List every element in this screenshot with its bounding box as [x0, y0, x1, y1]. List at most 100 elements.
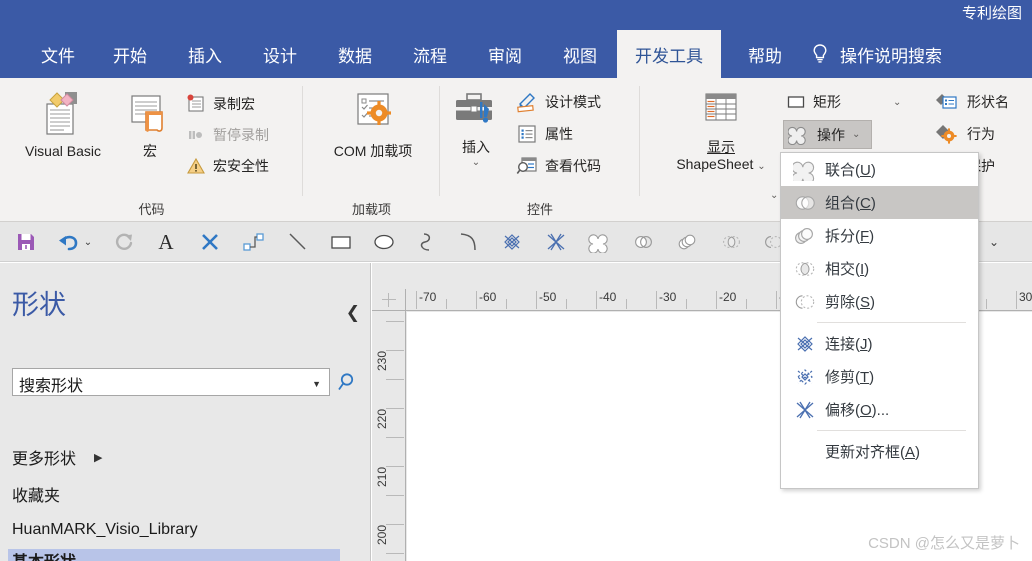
record-macro-button[interactable]: 录制宏 [186, 92, 255, 116]
properties-label: 属性 [545, 126, 573, 142]
tab-review[interactable]: 审阅 [475, 30, 535, 78]
panel-row-more-shapes[interactable]: 更多形状 ▶ [12, 446, 102, 468]
offset-shapes-icon[interactable] [540, 226, 572, 258]
search-input-value: 搜索形状 [19, 378, 84, 395]
fragment-icon [787, 222, 825, 250]
tab-file[interactable]: 文件 [28, 30, 88, 78]
tab-design[interactable]: 设计 [250, 30, 310, 78]
collapse-left-chevron-icon[interactable]: ❮ [346, 303, 360, 323]
tab-view[interactable]: 视图 [550, 30, 610, 78]
view-code-icon [516, 155, 538, 177]
menu-item-subtract[interactable]: 剪除(S) [781, 285, 978, 318]
panel-row-basic-shapes[interactable]: 基本形状 [8, 549, 340, 561]
panel-row-favorites[interactable]: 收藏夹 [12, 483, 60, 505]
visual-basic-button[interactable]: Visual Basic [8, 90, 118, 160]
show-shapesheet-button[interactable]: 显示 ShapeSheet ⌄ [665, 90, 777, 175]
union-shapes-icon[interactable] [584, 226, 616, 258]
join-shapes-icon[interactable] [496, 226, 528, 258]
union-icon [787, 156, 825, 184]
macro-button[interactable]: 宏 [122, 90, 178, 160]
panel-row-basic-shapes-label: 基本形状 [12, 548, 76, 561]
menu-item-fragment[interactable]: 拆分(F) [781, 219, 978, 252]
warning-triangle-icon [186, 156, 206, 176]
ribbon-group-code-label: 代码 [138, 202, 165, 217]
chevron-down-icon[interactable]: ⌄ [757, 161, 765, 172]
chevron-down-icon[interactable]: ⌄ [893, 97, 901, 108]
view-code-button[interactable]: 查看代码 [516, 154, 601, 178]
tab-data[interactable]: 数据 [325, 30, 385, 78]
menu-item-update-alignment-box[interactable]: 更新对齐框(A) [781, 435, 978, 468]
chevron-down-icon[interactable]: ⌄ [852, 129, 860, 140]
tab-help[interactable]: 帮助 [735, 30, 795, 78]
arc-tool-icon[interactable] [452, 226, 484, 258]
close-x-icon[interactable] [194, 226, 226, 258]
com-addins-button[interactable]: COM 加载项 [319, 90, 427, 160]
fragment-shapes-icon[interactable] [672, 226, 704, 258]
v-ruler-label: 210 [375, 466, 389, 488]
menu-item-combine[interactable]: 组合(C) [781, 186, 978, 219]
menu-item-offset[interactable]: 偏移(O)... [781, 393, 978, 426]
toolbar-overflow-chevron-icon[interactable]: ⌄ [978, 226, 1010, 258]
tab-developer[interactable]: 开发工具 [617, 30, 721, 78]
shapesheet-overflow-chevron-icon[interactable]: ⌄ [770, 190, 778, 201]
text-tool-icon[interactable]: A [150, 226, 182, 258]
operations-dropdown-menu[interactable]: 联合(U) 组合(C) 拆分(F) 相交(I) 剪除(S) 连接(J) 修剪(T… [780, 152, 979, 489]
origin-cross-icon [382, 293, 396, 307]
h-ruler-label: -50 [539, 290, 557, 304]
menu-item-union[interactable]: 联合(U) [781, 153, 978, 186]
menu-item-intersect[interactable]: 相交(I) [781, 252, 978, 285]
menu-item-fragment-label: 拆分(F) [825, 228, 875, 245]
behavior-button[interactable]: 行为 [934, 122, 995, 146]
show-shapesheet-label-line2: ShapeSheet [676, 156, 754, 172]
tab-home[interactable]: 开始 [100, 30, 160, 78]
chevron-down-icon[interactable]: ▼ [312, 379, 321, 389]
menu-item-combine-label: 组合(C) [825, 195, 876, 212]
h-ruler-label: 30 [1019, 290, 1032, 304]
panel-row-more-shapes-label: 更多形状 [12, 451, 77, 468]
vertical-ruler[interactable]: 230 220 210 200 [372, 311, 406, 561]
menu-item-intersect-label: 相交(I) [825, 261, 870, 278]
undo-dropdown-chevron-icon[interactable]: ⌄ [80, 226, 96, 258]
lightbulb-icon [812, 43, 828, 65]
h-ruler-label: -40 [599, 290, 617, 304]
ruler-corner[interactable] [372, 289, 406, 311]
insert-control-button[interactable]: 插入 ⌄ [448, 90, 504, 168]
tab-process[interactable]: 流程 [400, 30, 460, 78]
design-mode-icon [516, 91, 538, 113]
menu-item-join-label: 连接(J) [825, 336, 873, 353]
intersect-shapes-icon[interactable] [716, 226, 748, 258]
search-icon[interactable] [332, 368, 360, 396]
tell-me-label: 操作说明搜索 [840, 46, 942, 66]
pause-record-icon [186, 125, 206, 145]
tab-insert[interactable]: 插入 [175, 30, 235, 78]
macro-icon [124, 90, 176, 138]
menu-item-trim-label: 修剪(T) [825, 369, 875, 386]
panel-row-huanmark-library-label: HuanMARK_Visio_Library [12, 521, 198, 538]
rectangle-tool-icon[interactable] [325, 226, 357, 258]
ribbon-group-addins: COM 加载项 加载项 [303, 78, 440, 222]
combine-shapes-icon[interactable] [628, 226, 660, 258]
search-input[interactable]: 搜索形状 ▼ [12, 368, 330, 396]
connector-tool-icon[interactable] [238, 226, 270, 258]
menu-item-join[interactable]: 连接(J) [781, 327, 978, 360]
subtract-icon [787, 288, 825, 316]
operations-menu-button[interactable]: 操作 ⌄ [783, 120, 872, 149]
menu-item-trim[interactable]: 修剪(T) [781, 360, 978, 393]
macro-security-button[interactable]: 宏安全性 [186, 154, 269, 178]
rectangle-tool-button[interactable]: 矩形 ⌄ [786, 90, 916, 114]
design-mode-button[interactable]: 设计模式 [516, 90, 601, 114]
redo-icon[interactable] [108, 226, 140, 258]
ribbon-tab-strip: 文件 开始 插入 设计 数据 流程 审阅 视图 开发工具 帮助 操作说明搜索 [0, 30, 1032, 78]
shape-name-button[interactable]: 形状名 [934, 90, 1009, 114]
panel-row-huanmark-library[interactable]: HuanMARK_Visio_Library [12, 519, 198, 541]
tell-me-search[interactable]: 操作说明搜索 [812, 30, 942, 78]
freeform-tool-icon[interactable] [412, 226, 444, 258]
save-icon[interactable] [10, 226, 42, 258]
menu-item-offset-label: 偏移(O)... [825, 402, 890, 419]
chevron-right-icon[interactable]: ▶ [94, 451, 102, 464]
line-tool-icon[interactable] [282, 226, 314, 258]
menu-separator [817, 430, 966, 431]
ellipse-tool-icon[interactable] [368, 226, 400, 258]
chevron-down-icon[interactable]: ⌄ [472, 157, 480, 168]
properties-button[interactable]: 属性 [516, 122, 573, 146]
